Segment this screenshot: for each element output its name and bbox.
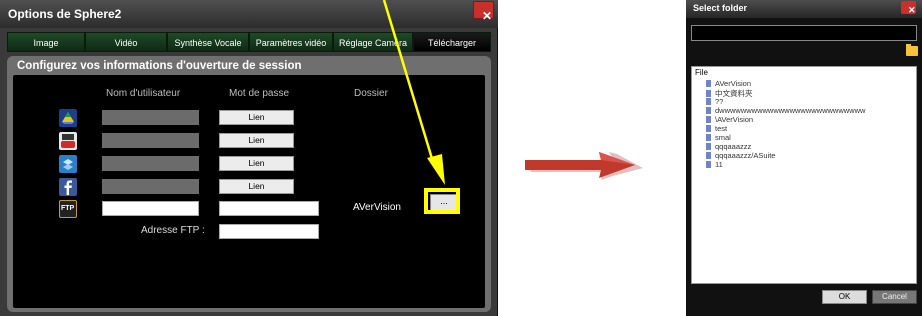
- tree-item[interactable]: qqqaaazzz: [706, 142, 751, 151]
- tree-item-label: test: [715, 124, 728, 133]
- file-icon: [706, 90, 711, 97]
- options-dialog: Options de Sphere2 ✕ Image Vidéo Synthès…: [0, 0, 498, 316]
- ftp-address-label: Adresse FTP :: [141, 225, 205, 236]
- new-folder-icon[interactable]: [906, 44, 918, 56]
- ftp-icon: FTP: [59, 200, 77, 218]
- tree-item[interactable]: AVerVision: [706, 79, 751, 88]
- panel-heading: Configurez vos informations d'ouverture …: [17, 60, 302, 72]
- tab-image[interactable]: Image: [7, 32, 85, 52]
- ftp-address-field[interactable]: [219, 224, 319, 239]
- username-field-ftp[interactable]: [102, 201, 199, 216]
- tree-item-label: AVerVision: [715, 79, 751, 88]
- password-header: Mot de passe: [229, 88, 290, 99]
- dialog-title-bar: Options de Sphere2 ✕: [0, 0, 498, 28]
- username-field-facebook[interactable]: [102, 179, 199, 194]
- file-icon: [706, 107, 711, 114]
- tab-video-settings[interactable]: Paramètres vidéo: [249, 32, 333, 52]
- tree-item[interactable]: ??: [706, 97, 723, 106]
- youtube-icon: [59, 132, 77, 150]
- tab-video[interactable]: Vidéo: [85, 32, 167, 52]
- ftp-icon-label: FTP: [61, 205, 75, 212]
- tree-item[interactable]: 中文資料夾: [706, 88, 753, 98]
- login-panel: Configurez vos informations d'ouverture …: [7, 56, 491, 312]
- transition-arrow-icon: [525, 152, 643, 180]
- username-field-dropbox[interactable]: [102, 156, 199, 171]
- tree-item-label: 11: [715, 160, 723, 169]
- ftp-folder-value: AVerVision: [353, 202, 401, 213]
- select-folder-title: Select folder: [693, 3, 748, 13]
- tree-item[interactable]: \AVerVision: [706, 115, 753, 124]
- dialog-title: Options de Sphere2: [8, 7, 122, 21]
- password-field-ftp[interactable]: [219, 201, 319, 216]
- highlight-box: [424, 188, 460, 214]
- username-field-drive[interactable]: [102, 110, 199, 125]
- tree-item[interactable]: test: [706, 124, 727, 133]
- username-field-youtube[interactable]: [102, 133, 199, 148]
- cancel-button[interactable]: Cancel: [872, 290, 917, 304]
- tree-item-label: ??: [715, 97, 724, 106]
- tree-item-label: qqqaaazzz: [715, 142, 752, 151]
- login-grid: Nom d'utilisateur Mot de passe Dossier L…: [13, 75, 485, 308]
- tree-item[interactable]: qqqaaazzz/ASuite: [706, 151, 775, 160]
- link-button-dropbox[interactable]: Lien: [219, 156, 294, 171]
- file-icon: [706, 116, 711, 123]
- folder-header: Dossier: [354, 88, 388, 99]
- tree-header: File: [695, 68, 708, 77]
- file-icon: [706, 143, 711, 150]
- tree-item-label: smal: [715, 133, 731, 142]
- google-drive-icon: [59, 109, 77, 127]
- tree-item-label: \AVerVision: [715, 115, 754, 124]
- tab-camera[interactable]: Réglage Caméra: [333, 32, 413, 52]
- folder-path-input[interactable]: [691, 25, 917, 41]
- tree-item[interactable]: 11: [706, 160, 723, 169]
- tree-item-label: qqqaaazzz/ASuite: [715, 151, 776, 160]
- file-icon: [706, 80, 711, 87]
- file-icon: [706, 98, 711, 105]
- tab-speech[interactable]: Synthèse Vocale: [167, 32, 249, 52]
- tab-upload[interactable]: Télécharger: [413, 32, 491, 52]
- facebook-icon: [59, 178, 77, 196]
- tree-item-label: dwwwwwwwwwwwwwwwwwwwwwwwwwww: [715, 106, 866, 115]
- file-icon: [706, 134, 711, 141]
- username-header: Nom d'utilisateur: [106, 88, 181, 99]
- tree-item[interactable]: dwwwwwwwwwwwwwwwwwwwwwwwwwww: [706, 106, 865, 115]
- close-icon: ✕: [482, 9, 493, 23]
- close-icon: ✕: [908, 5, 916, 15]
- link-button-drive[interactable]: Lien: [219, 110, 294, 125]
- tree-item[interactable]: smal: [706, 133, 731, 142]
- close-button[interactable]: ✕: [473, 1, 494, 23]
- select-folder-dialog: Select folder ✕ File AVerVision 中文資料夾 ??…: [686, 0, 922, 316]
- file-icon: [706, 161, 711, 168]
- link-button-youtube[interactable]: Lien: [219, 133, 294, 148]
- ok-button[interactable]: OK: [822, 290, 867, 304]
- select-folder-title-bar: Select folder ✕: [686, 0, 922, 18]
- link-button-facebook[interactable]: Lien: [219, 179, 294, 194]
- file-icon: [706, 125, 711, 132]
- select-folder-close-button[interactable]: ✕: [901, 1, 916, 15]
- tab-bar: Image Vidéo Synthèse Vocale Paramètres v…: [7, 32, 491, 52]
- dropbox-icon: [59, 155, 77, 173]
- file-icon: [706, 152, 711, 159]
- folder-tree[interactable]: File AVerVision 中文資料夾 ?? dwwwwwwwwwwwwww…: [691, 66, 917, 284]
